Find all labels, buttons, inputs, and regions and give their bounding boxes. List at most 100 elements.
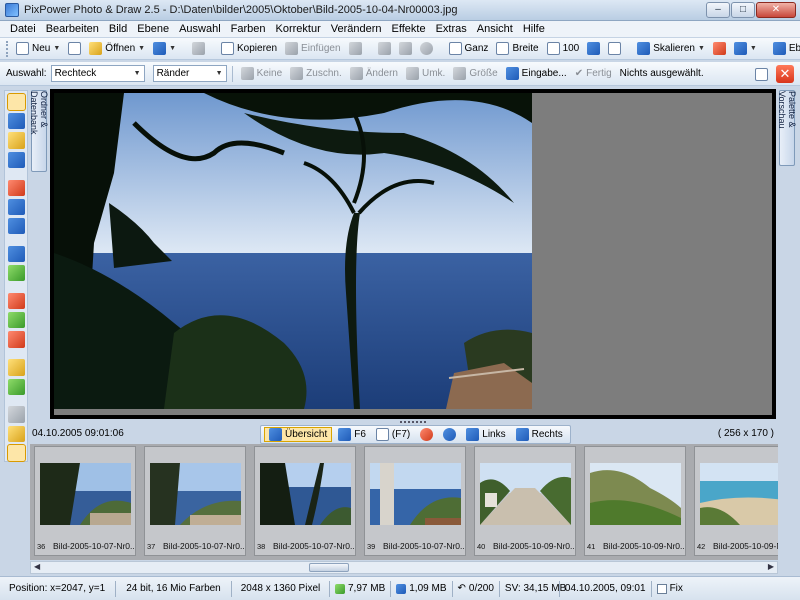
menu-farben[interactable]: Farben <box>227 23 272 35</box>
paste-button[interactable]: Einfügen <box>282 40 343 58</box>
monitor-icon <box>68 42 82 55</box>
cut-button[interactable] <box>346 40 365 58</box>
checkbox-icon[interactable] <box>656 583 667 594</box>
new-button[interactable]: Neu ▼ <box>13 40 63 58</box>
toolbar-grip[interactable] <box>6 40 8 57</box>
menu-bearbeiten[interactable]: Bearbeiten <box>42 23 105 35</box>
close-window-button[interactable]: ✕ <box>756 2 796 18</box>
menu-effekte[interactable]: Effekte <box>388 23 432 35</box>
undo-button[interactable] <box>375 40 394 58</box>
thumbnail-item[interactable]: 36 Bild-2005-10-07-Nr0... <box>34 446 136 556</box>
scale-icon <box>637 42 651 55</box>
magic-wand-icon[interactable] <box>7 132 25 149</box>
zoom-100-button[interactable]: 100 <box>544 40 583 58</box>
thumbnail-item[interactable]: 40 Bild-2005-10-09-Nr0... <box>474 446 576 556</box>
save-button[interactable]: ▼ <box>150 40 179 58</box>
input-button[interactable]: Eingabe... <box>503 65 570 83</box>
menu-ansicht[interactable]: Ansicht <box>473 23 519 35</box>
invert-button[interactable]: Umk. <box>403 65 448 83</box>
open-button[interactable]: Öffnen ▼ <box>86 40 148 58</box>
tab-folder-database[interactable]: Ordner & Datenbank <box>29 90 49 172</box>
pattern-icon[interactable] <box>7 406 25 423</box>
paste-icon <box>285 42 299 55</box>
menu-hilfe[interactable]: Hilfe <box>519 23 551 35</box>
rect-select-tool-icon[interactable] <box>6 92 26 112</box>
arrange-button[interactable]: ▼ <box>731 40 760 58</box>
scale-button[interactable]: Skalieren ▼ <box>634 40 708 58</box>
minimize-button[interactable]: – <box>706 2 730 18</box>
tab-f6[interactable]: F6 <box>334 427 370 442</box>
scroll-right-icon[interactable]: ▶ <box>768 562 774 571</box>
close-image-button[interactable]: ✕ <box>776 65 794 83</box>
thumbnail-item[interactable]: 39 Bild-2005-10-07-Nr0... <box>364 446 466 556</box>
menu-korrektur[interactable]: Korrektur <box>272 23 327 35</box>
stop-button[interactable] <box>417 40 436 58</box>
eyedropper-icon[interactable] <box>7 292 25 310</box>
zoom-in-button[interactable] <box>416 427 437 442</box>
print-button[interactable] <box>189 40 208 58</box>
menu-veraendern[interactable]: Verändern <box>327 23 388 35</box>
pencil-icon[interactable] <box>7 179 25 196</box>
shapes-tool-icon[interactable] <box>7 265 25 282</box>
zoom-width-button[interactable]: Breite <box>493 40 541 58</box>
transform-tool-icon[interactable] <box>7 113 25 130</box>
tab-f7[interactable]: (F7) <box>372 427 414 442</box>
menu-bild[interactable]: Bild <box>105 23 133 35</box>
scrollbar-thumb[interactable] <box>309 563 349 572</box>
tab-palette-preview[interactable]: Palette & Vorschau <box>777 90 797 166</box>
text-tool-icon[interactable] <box>7 245 25 263</box>
layers-button[interactable]: Ebenen▼ <box>770 40 800 58</box>
page-whole-icon <box>448 42 462 55</box>
thumbnail-item[interactable]: 41 Bild-2005-10-09-Nr0... <box>584 446 686 556</box>
rotate-right-button[interactable]: Rechts <box>512 427 567 442</box>
tab-overview[interactable]: Übersicht <box>264 427 333 442</box>
selection-mode-select[interactable]: Rechteck ▼ <box>50 65 145 82</box>
done-button[interactable]: ✔ Fertig <box>572 65 615 83</box>
change-button[interactable]: Ändern <box>347 65 401 83</box>
stop-circle-icon <box>419 42 433 55</box>
crop-button[interactable]: Zuschn. <box>287 65 345 83</box>
spray-icon[interactable] <box>7 331 25 348</box>
select-none-button[interactable]: Keine <box>238 65 286 83</box>
thumbnail-item[interactable]: 42Bild-2005-10-09-Nr0... <box>694 446 778 556</box>
scroll-left-icon[interactable]: ◀ <box>34 562 40 571</box>
menu-auswahl[interactable]: Auswahl <box>175 23 227 35</box>
brush-icon[interactable] <box>7 198 25 215</box>
zoom-whole-button[interactable]: Ganz <box>446 40 492 58</box>
size-button[interactable]: Größe <box>450 65 500 83</box>
thumbnail-caption: 36 Bild-2005-10-07-Nr0... <box>37 541 135 551</box>
ruler-icon[interactable] <box>7 425 25 442</box>
thumbnail-item[interactable]: 38 Bild-2005-10-07-Nr0... <box>254 446 356 556</box>
transform-button[interactable] <box>710 40 729 58</box>
image-canvas[interactable] <box>50 89 776 419</box>
eraser-icon[interactable] <box>7 359 25 376</box>
pen-icon[interactable] <box>7 217 25 235</box>
title-bar: PixPower Photo & Draw 2.5 - D:\Daten\bil… <box>0 0 800 21</box>
browser-panel-icon[interactable] <box>6 443 26 463</box>
menu-extras[interactable]: Extras <box>432 23 473 35</box>
menu-datei[interactable]: Datei <box>6 23 42 35</box>
redo-button[interactable] <box>396 40 415 58</box>
zoom-tool-icon[interactable] <box>7 151 25 168</box>
fill-bucket-icon[interactable] <box>7 312 25 329</box>
canvas-area <box>54 93 772 415</box>
rotate-left-button[interactable]: Links <box>462 427 509 442</box>
input-icon <box>505 67 519 80</box>
thumbnail-caption: 39 Bild-2005-10-07-Nr0... <box>367 541 465 551</box>
fix-checkbox[interactable]: Fix <box>652 581 688 597</box>
thumbnail-item[interactable]: 37 Bild-2005-10-07-Nr0... <box>144 446 246 556</box>
window-view-button[interactable] <box>605 40 624 58</box>
clone-icon[interactable] <box>7 378 25 395</box>
document-icon[interactable] <box>755 67 768 81</box>
grid-button[interactable] <box>584 40 603 58</box>
thumbnail-image <box>590 463 681 525</box>
thumbnail-scrollbar[interactable]: ◀ ▶ <box>30 561 778 574</box>
maximize-button[interactable]: □ <box>731 2 755 18</box>
edges-select[interactable]: Ränder ▼ <box>152 65 227 82</box>
zoom-out-button[interactable] <box>439 427 460 442</box>
checkmark-icon: ✔ <box>574 68 584 79</box>
monitor-button[interactable] <box>65 40 84 58</box>
menu-ebene[interactable]: Ebene <box>133 23 175 35</box>
status-memory-1: 7,97 MB <box>330 580 392 597</box>
copy-button[interactable]: Kopieren <box>218 40 280 58</box>
